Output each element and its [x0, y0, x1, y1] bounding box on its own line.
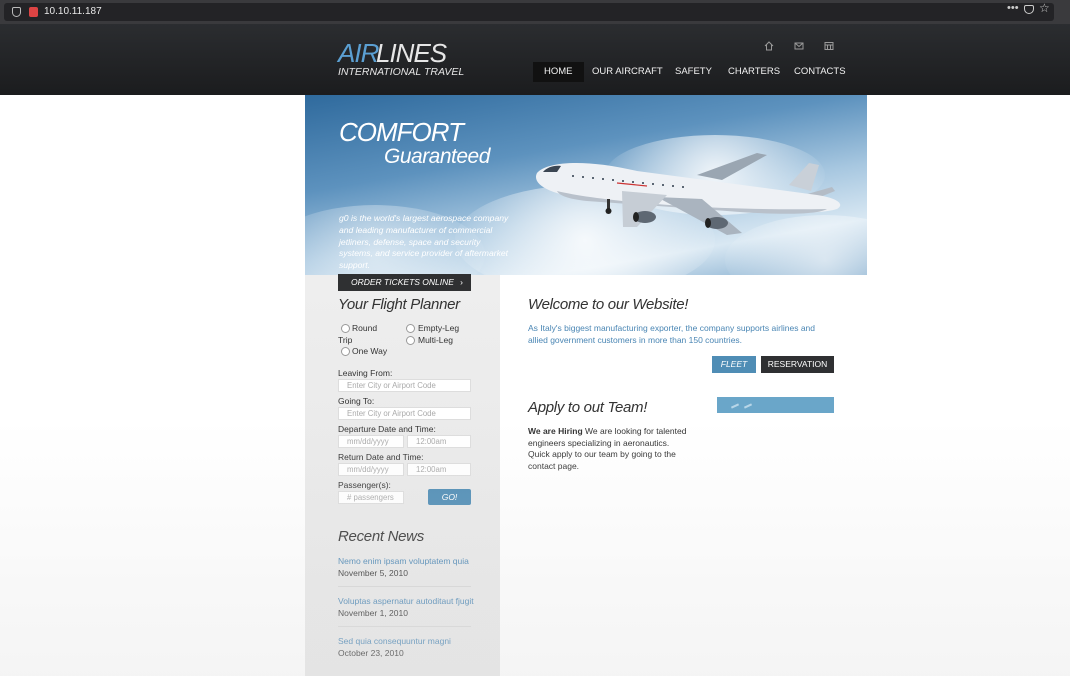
radio-one-way-label: One Way	[352, 346, 388, 356]
leaving-from-label: Leaving From:	[338, 368, 393, 378]
radio-empty-leg-label: Empty-Leg	[418, 323, 460, 333]
reservation-button[interactable]: RESERVATION	[761, 356, 834, 373]
chevron-right-icon: ›	[460, 277, 463, 287]
order-tickets-label: ORDER TICKETS ONLINE	[351, 277, 454, 287]
radio-one-way[interactable]	[341, 347, 350, 356]
home-icon[interactable]	[764, 41, 774, 53]
decorative-stroke	[730, 403, 740, 409]
hero-title: COMFORT	[339, 117, 464, 147]
news-divider	[338, 626, 471, 627]
flight-planner-title: Your Flight Planner	[338, 296, 460, 313]
return-date-input[interactable]: mm/dd/yyyy	[338, 463, 404, 476]
going-to-input[interactable]: Enter City or Airport Code	[338, 407, 471, 420]
news-divider	[338, 586, 471, 587]
apply-title: Apply to out Team!	[528, 399, 648, 416]
nav-home[interactable]: HOME	[533, 62, 584, 82]
news-date: November 1, 2010	[338, 608, 408, 618]
radio-multi-leg[interactable]	[406, 336, 415, 345]
welcome-title: Welcome to our Website!	[528, 296, 689, 313]
news-date: October 23, 2010	[338, 648, 404, 658]
departure-time-input[interactable]: 12:00am	[407, 435, 471, 448]
nav-charters[interactable]: CHARTERS	[728, 62, 780, 82]
logo-lines[interactable]: LINES	[376, 38, 447, 69]
going-to-label: Going To:	[338, 396, 375, 406]
hero-description: g0 is the world's largest aerospace comp…	[339, 213, 509, 271]
insecure-lock-icon[interactable]	[29, 7, 38, 17]
decorative-stroke	[743, 403, 753, 409]
hero-subtitle: Guaranteed	[384, 145, 490, 168]
radio-round-label: Round	[352, 323, 378, 333]
site-header: AIR LINES INTERNATIONAL TRAVEL HOME OUR …	[0, 24, 1070, 95]
departure-label: Departure Date and Time:	[338, 424, 436, 434]
order-tickets-button[interactable]: ORDER TICKETS ONLINE ›	[338, 274, 471, 291]
welcome-text: As Italy's biggest manufacturing exporte…	[528, 323, 815, 345]
radio-round-trip[interactable]	[341, 324, 350, 333]
hiring-bold-label: We are Hiring	[528, 426, 583, 436]
nav-our-aircraft[interactable]: OUR AIRCRAFT	[592, 62, 663, 82]
radio-empty-leg[interactable]	[406, 324, 415, 333]
url-text[interactable]: 10.10.11.187	[44, 6, 102, 17]
passengers-input[interactable]: # passengers	[338, 491, 404, 504]
page-actions-menu-icon[interactable]: •••	[1007, 2, 1019, 14]
fleet-button[interactable]: FLEET	[712, 356, 756, 373]
logo-air[interactable]: AIR	[338, 38, 379, 69]
mail-icon[interactable]	[794, 41, 804, 53]
return-label: Return Date and Time:	[338, 452, 424, 462]
shield-icon[interactable]	[12, 7, 21, 17]
nav-contacts[interactable]: CONTACTS	[794, 62, 846, 82]
news-link[interactable]: Sed quia consequuntur magni	[338, 636, 451, 646]
radio-multi-leg-label: Multi-Leg	[418, 335, 453, 345]
passengers-label: Passenger(s):	[338, 480, 391, 490]
radio-trip-label: Trip	[338, 335, 353, 345]
departure-date-input[interactable]: mm/dd/yyyy	[338, 435, 404, 448]
browser-toolbar: 10.10.11.187 ••• ☆	[0, 0, 1070, 24]
news-date: November 5, 2010	[338, 568, 408, 578]
recent-news-title: Recent News	[338, 528, 424, 545]
news-link[interactable]: Nemo enim ipsam voluptatem quia	[338, 556, 469, 566]
address-bar[interactable]: 10.10.11.187	[4, 3, 1054, 21]
leaving-from-input[interactable]: Enter City or Airport Code	[338, 379, 471, 392]
nav-safety[interactable]: SAFETY	[675, 62, 712, 82]
airplane-image	[535, 153, 841, 235]
bookmark-star-icon[interactable]: ☆	[1039, 1, 1050, 15]
logo-tagline: INTERNATIONAL TRAVEL	[338, 66, 465, 78]
sitemap-icon[interactable]	[824, 41, 834, 53]
hiring-text: We are Hiring We are looking for talente…	[528, 426, 688, 472]
apply-banner[interactable]	[717, 397, 834, 413]
go-button[interactable]: GO!	[428, 489, 471, 505]
hero-banner: COMFORT Guaranteed g0 is the world's lar…	[305, 95, 867, 275]
news-link[interactable]: Voluptas aspernatur autoditaut fjugit	[338, 596, 474, 606]
return-time-input[interactable]: 12:00am	[407, 463, 471, 476]
